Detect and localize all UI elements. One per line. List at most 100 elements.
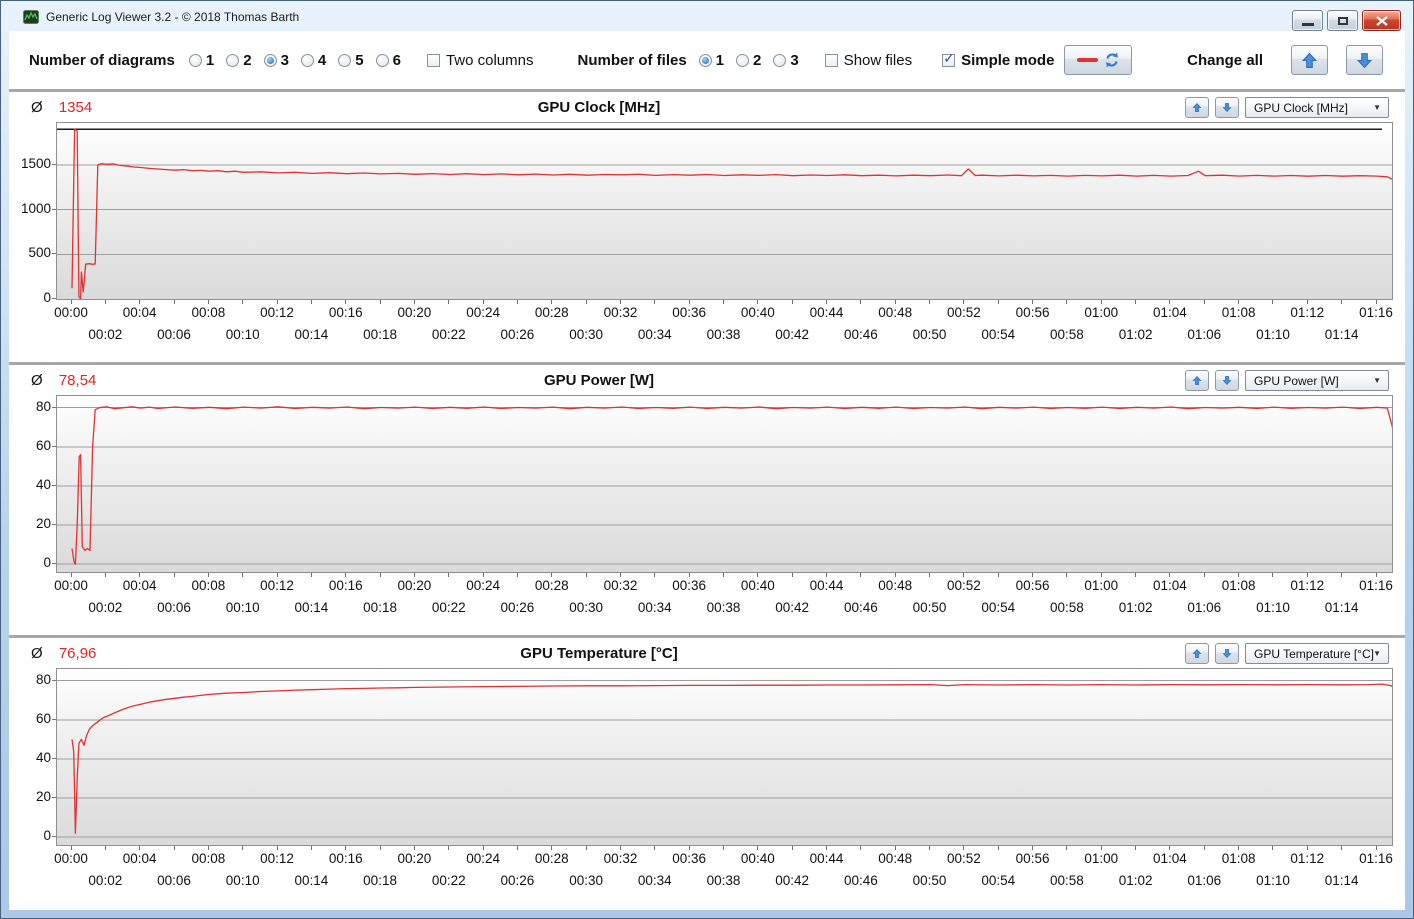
x-tick-label: 00:08 [185, 578, 231, 593]
y-tick-label: 20 [9, 516, 51, 531]
x-tick-label: 00:36 [666, 305, 712, 320]
simple-mode-checkbox-item[interactable]: Simple mode [942, 52, 1054, 69]
chart-title: GPU Clock [MHz] [9, 99, 1189, 116]
x-tick-label: 00:20 [391, 851, 437, 866]
x-tick-label: 00:18 [357, 600, 403, 615]
chart-header: Ø 78,54 GPU Power [W] GPU Power [W] ▼ [9, 369, 1405, 393]
app-icon [23, 9, 39, 25]
move-series-down-button[interactable] [1215, 370, 1239, 391]
x-tick-label: 00:04 [117, 578, 163, 593]
y-tick-label: 60 [9, 711, 51, 726]
data-line [72, 129, 1392, 299]
chart-header: Ø 1354 GPU Clock [MHz] GPU Clock [MHz] [9, 96, 1405, 120]
arrow-down-icon [1222, 374, 1232, 387]
show-files-checkbox[interactable] [825, 54, 838, 67]
change-all-down-button[interactable] [1346, 45, 1383, 75]
close-button[interactable] [1362, 10, 1401, 31]
series-dropdown[interactable]: GPU Temperature [°C] ▼ [1245, 643, 1389, 664]
x-tick-label: 00:14 [288, 873, 334, 888]
x-tick-label: 00:54 [975, 873, 1021, 888]
titlebar[interactable]: Generic Log Viewer 3.2 - © 2018 Thomas B… [2, 2, 1412, 31]
simple-mode-checkbox[interactable] [942, 54, 955, 67]
x-tick-label: 00:42 [769, 327, 815, 342]
line-style-refresh-button[interactable] [1064, 45, 1132, 75]
x-tick-label: 00:40 [735, 851, 781, 866]
x-tick-label: 00:24 [460, 578, 506, 593]
show-files-label: Show files [844, 52, 912, 69]
file-count-option-radio-3[interactable] [773, 54, 786, 67]
x-tick-label: 00:28 [529, 305, 575, 320]
move-series-up-button[interactable] [1185, 643, 1209, 664]
app-window: Generic Log Viewer 3.2 - © 2018 Thomas B… [0, 0, 1414, 919]
x-tick-label: 00:02 [82, 327, 128, 342]
diagram-count-option-1[interactable]: 1 [189, 52, 214, 69]
x-tick-label: 01:06 [1181, 873, 1227, 888]
file-count-option-radio-2[interactable] [736, 54, 749, 67]
y-tick-label: 1500 [9, 156, 51, 171]
x-tick-label: 00:00 [48, 851, 94, 866]
x-tick-label: 00:22 [426, 327, 472, 342]
file-count-option-3[interactable]: 3 [773, 52, 798, 69]
diagram-count-option-radio-4[interactable] [301, 54, 314, 67]
x-tick-label: 01:00 [1078, 851, 1124, 866]
diagram-count-option-5[interactable]: 5 [338, 52, 363, 69]
minimize-button[interactable] [1292, 10, 1323, 31]
file-count-option-radio-1[interactable] [699, 54, 712, 67]
show-files-checkbox-item[interactable]: Show files [825, 52, 912, 69]
arrow-up-icon [1301, 52, 1318, 69]
x-tick-label: 00:12 [254, 305, 300, 320]
move-series-down-button[interactable] [1215, 643, 1239, 664]
x-tick-label: 00:00 [48, 578, 94, 593]
change-all-label: Change all [1187, 52, 1263, 69]
x-tick-label: 00:16 [323, 851, 369, 866]
diagram-count-option-radio-3[interactable] [264, 54, 277, 67]
series-dropdown[interactable]: GPU Clock [MHz] ▼ [1245, 97, 1389, 118]
chevron-down-icon: ▼ [1373, 103, 1381, 112]
x-tick-label: 00:08 [185, 305, 231, 320]
move-series-down-button[interactable] [1215, 97, 1239, 118]
diagram-count-option-radio-5[interactable] [338, 54, 351, 67]
x-tick-label: 00:28 [529, 578, 575, 593]
y-axis-labels: 020406080 [9, 668, 51, 844]
x-axis-labels: 00:0000:0400:0800:1200:1600:2000:2400:28… [56, 299, 1393, 349]
x-tick-label: 01:04 [1147, 305, 1193, 320]
diagram-count-option-4[interactable]: 4 [301, 52, 326, 69]
client-area: Number of diagrams 123456 Two columns Nu… [9, 31, 1405, 910]
file-count-option-1[interactable]: 1 [699, 52, 724, 69]
x-tick-label: 00:48 [872, 578, 918, 593]
diagram-count-option-2[interactable]: 2 [226, 52, 251, 69]
diagram-count-option-radio-2[interactable] [226, 54, 239, 67]
x-tick-label: 00:32 [597, 578, 643, 593]
maximize-button[interactable] [1327, 10, 1358, 31]
file-count-option-2[interactable]: 2 [736, 52, 761, 69]
maximize-icon [1338, 17, 1348, 25]
series-dropdown-value: GPU Power [W] [1254, 374, 1339, 388]
x-tick-label: 00:08 [185, 851, 231, 866]
diagram-count-option-radio-1[interactable] [189, 54, 202, 67]
move-series-up-button[interactable] [1185, 97, 1209, 118]
y-tick-mark [52, 298, 56, 299]
arrow-down-icon [1222, 647, 1232, 660]
diagram-count-option-6[interactable]: 6 [376, 52, 401, 69]
x-tick-label: 00:20 [391, 305, 437, 320]
x-tick-label: 00:26 [494, 600, 540, 615]
move-series-up-button[interactable] [1185, 370, 1209, 391]
two-columns-checkbox[interactable] [427, 54, 440, 67]
series-dropdown[interactable]: GPU Power [W] ▼ [1245, 370, 1389, 391]
file-count-radio-group: 12 3 [699, 52, 799, 69]
change-all-up-button[interactable] [1291, 45, 1328, 75]
x-tick-label: 00:04 [117, 851, 163, 866]
y-tick-label: 0 [9, 290, 51, 305]
x-tick-label: 01:10 [1250, 327, 1296, 342]
x-tick-label: 00:50 [907, 873, 953, 888]
diagram-count-option-radio-6[interactable] [376, 54, 389, 67]
x-tick-label: 00:30 [563, 327, 609, 342]
y-tick-label: 40 [9, 750, 51, 765]
diagram-count-option-3[interactable]: 3 [264, 52, 289, 69]
two-columns-checkbox-item[interactable]: Two columns [427, 52, 534, 69]
file-count-option-label: 3 [790, 52, 798, 69]
x-tick-label: 00:42 [769, 600, 815, 615]
file-count-option-label: 1 [716, 52, 724, 69]
x-tick-label: 00:30 [563, 600, 609, 615]
x-tick-label: 00:24 [460, 851, 506, 866]
